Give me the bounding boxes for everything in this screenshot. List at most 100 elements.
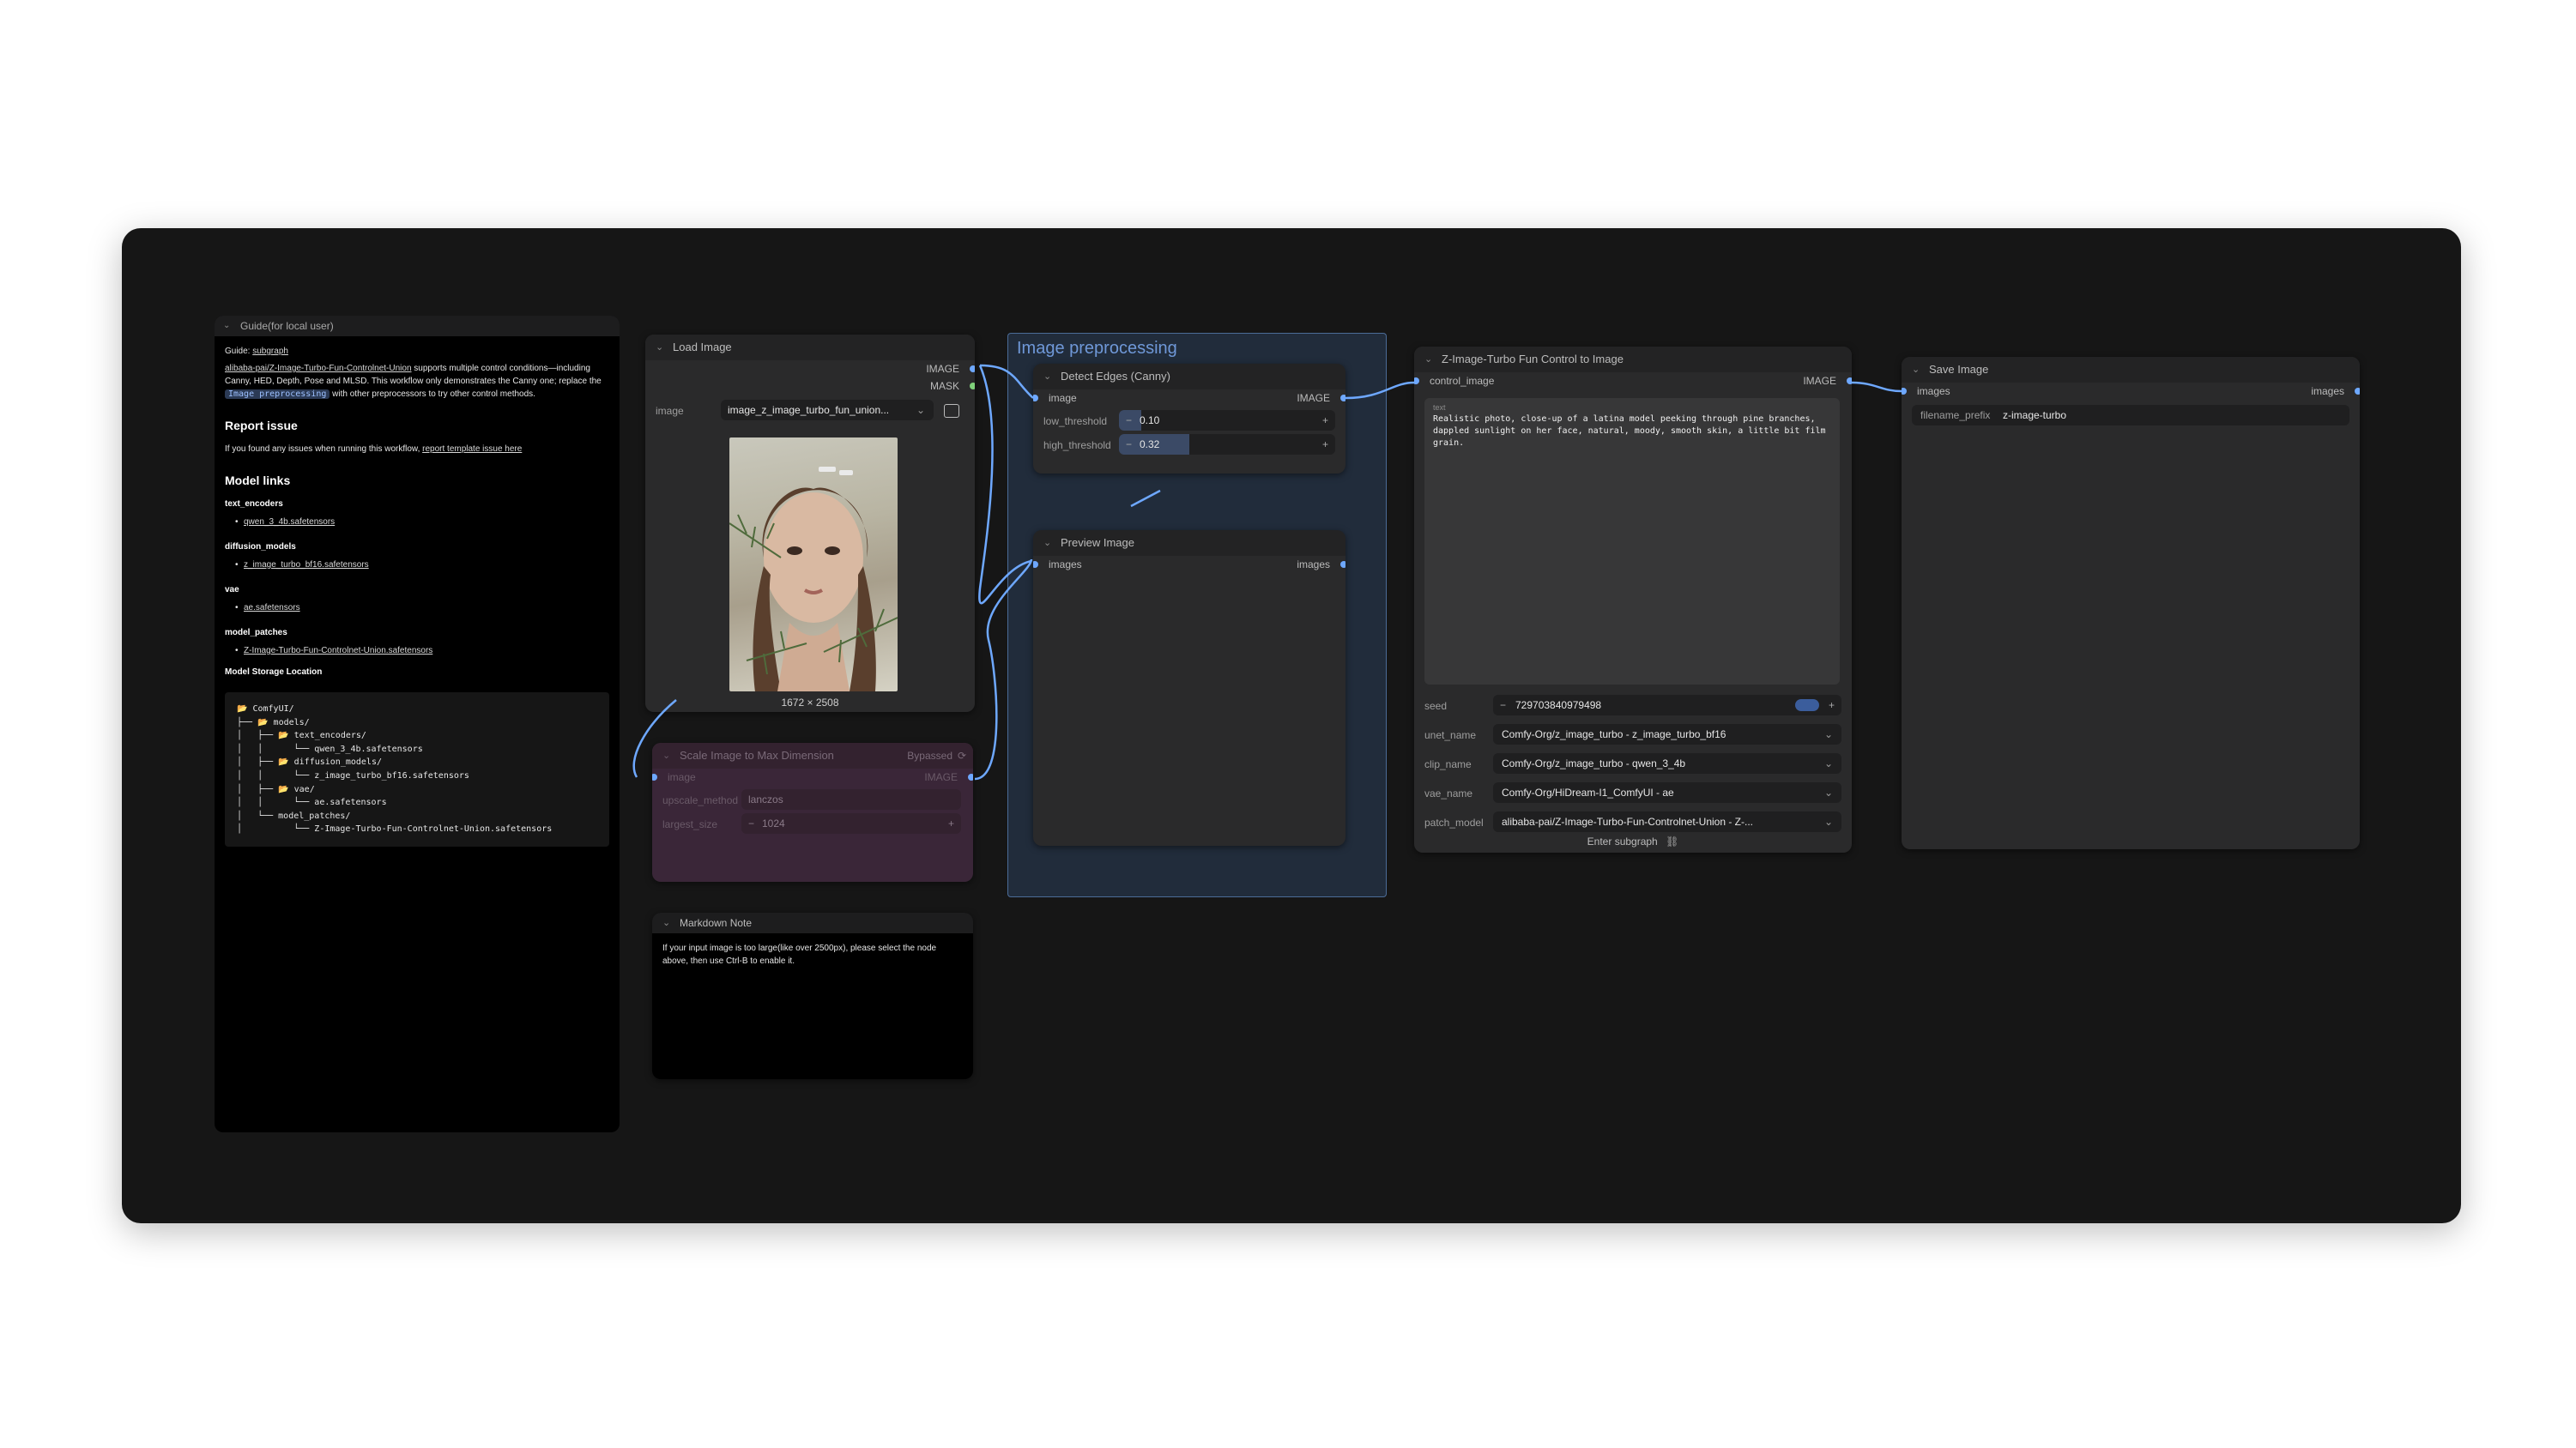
guide-title-bar[interactable]: ⌄ Guide(for local user) (215, 316, 620, 336)
filename-prefix-label: filename_prefix (1920, 409, 1991, 421)
vae-name-select[interactable]: Comfy-Org/HiDream-I1_ComfyUI - ae ⌄ (1493, 782, 1841, 803)
minus-icon[interactable]: − (748, 813, 754, 834)
model-link-patch[interactable]: Z-Image-Turbo-Fun-Controlnet-Union.safet… (244, 646, 432, 655)
seed-value: 729703840979498 (1515, 699, 1602, 711)
filename-prefix-value: z-image-turbo (2003, 409, 2067, 421)
save-image-title-bar[interactable]: ⌄ Save Image (1902, 357, 2360, 383)
model-link-vae[interactable]: ae.safetensors (244, 603, 300, 612)
section-model-patches: model_patches (225, 628, 287, 637)
output-image-label: IMAGE (1803, 375, 1836, 387)
output-port-image[interactable] (1340, 395, 1345, 401)
image-dimensions: 1672 × 2508 (781, 697, 839, 709)
clip-name-select[interactable]: Comfy-Org/z_image_turbo - qwen_3_4b ⌄ (1493, 753, 1841, 774)
upscale-method-select[interactable]: lanczos (741, 789, 961, 810)
scale-image-node[interactable]: ⌄ Scale Image to Max Dimension Bypassed … (652, 743, 973, 882)
minus-icon[interactable]: − (1126, 410, 1132, 431)
chevron-down-icon[interactable]: ⌄ (662, 913, 670, 933)
report-line: If you found any issues when running thi… (225, 443, 609, 456)
upload-icon[interactable] (944, 404, 959, 418)
subgraph-link[interactable]: subgraph (252, 347, 288, 356)
output-port-image[interactable] (1847, 377, 1852, 384)
vae-name-value: Comfy-Org/HiDream-I1_ComfyUI - ae (1502, 787, 1674, 799)
zimage-control-title: Z-Image-Turbo Fun Control to Image (1442, 353, 1624, 365)
low-threshold-value: 0.10 (1140, 414, 1160, 426)
report-issue-link[interactable]: report template issue here (422, 444, 522, 454)
image-widget-label: image (656, 405, 684, 417)
zimage-control-title-bar[interactable]: ⌄ Z-Image-Turbo Fun Control to Image (1414, 347, 1852, 372)
filename-prefix-input[interactable]: filename_prefix z-image-turbo (1912, 405, 2349, 425)
subgraph-icon: ⛓ (1666, 836, 1679, 848)
output-port-image[interactable] (970, 365, 975, 372)
zimage-control-node[interactable]: ⌄ Z-Image-Turbo Fun Control to Image con… (1414, 347, 1852, 853)
minus-icon[interactable]: − (1126, 434, 1132, 455)
randomize-seed-icon[interactable] (1795, 699, 1819, 711)
preview-image-node[interactable]: ⌄ Preview Image images images (1033, 530, 1345, 846)
chevron-down-icon[interactable]: ⌄ (1912, 357, 1920, 383)
output-port-images[interactable] (2355, 388, 2360, 395)
output-port-mask[interactable] (970, 383, 975, 389)
low-threshold-slider[interactable]: − 0.10 + (1119, 410, 1335, 431)
input-port-images[interactable] (1902, 388, 1907, 395)
input-port-control-image[interactable] (1414, 377, 1419, 384)
unet-name-select[interactable]: Comfy-Org/z_image_turbo - z_image_turbo_… (1493, 724, 1841, 745)
model-link-diffusion[interactable]: z_image_turbo_bf16.safetensors (244, 560, 369, 570)
enter-subgraph-button[interactable]: Enter subgraph ⛓ (1414, 836, 1852, 848)
bypassed-badge: Bypassed (907, 750, 952, 762)
prompt-label: text (1433, 403, 1446, 412)
chevron-down-icon[interactable]: ⌄ (1424, 347, 1432, 372)
model-repo-link[interactable]: alibaba-pai/Z-Image-Turbo-Fun-Controlnet… (225, 364, 412, 373)
chevron-down-icon[interactable]: ⌄ (223, 316, 230, 336)
high-threshold-slider[interactable]: − 0.32 + (1119, 434, 1335, 455)
preview-image-title-bar[interactable]: ⌄ Preview Image (1033, 530, 1345, 556)
high-threshold-label: high_threshold (1043, 439, 1111, 451)
markdown-note-node[interactable]: ⌄ Markdown Note If your input image is t… (652, 913, 973, 1079)
chevron-down-icon[interactable]: ⌄ (1043, 364, 1051, 389)
detect-edges-node[interactable]: ⌄ Detect Edges (Canny) image IMAGE low_th… (1033, 364, 1345, 474)
upscale-method-value: lanczos (748, 793, 783, 805)
input-port-image[interactable] (652, 774, 657, 781)
minus-icon[interactable]: − (1500, 695, 1506, 715)
plus-icon[interactable]: + (1322, 410, 1328, 431)
load-image-node[interactable]: ⌄ Load Image IMAGE MASK image image_z_im… (645, 335, 975, 712)
guide-intro: alibaba-pai/Z-Image-Turbo-Fun-Controlnet… (225, 362, 609, 401)
input-port-image[interactable] (1033, 395, 1038, 401)
vae-name-label: vae_name (1424, 787, 1473, 799)
prompt-textarea[interactable]: text Realistic photo, close-up of a lati… (1424, 398, 1840, 685)
output-port-images[interactable] (1340, 561, 1345, 568)
plus-icon[interactable]: + (1829, 695, 1835, 715)
output-image-label: IMAGE (926, 363, 959, 375)
chevron-down-icon: ⌄ (1823, 816, 1833, 828)
image-select[interactable]: image_z_image_turbo_fun_union... ⌄ (721, 400, 934, 420)
seed-stepper[interactable]: − 729703840979498 + (1493, 695, 1841, 715)
storage-tree: 📂 ComfyUI/ ├── 📂 models/ │ ├── 📂 text_en… (225, 692, 609, 847)
output-mask-label: MASK (929, 380, 959, 392)
guide-note[interactable]: ⌄ Guide(for local user) Guide: subgraph … (215, 316, 620, 1132)
markdown-note-title-bar[interactable]: ⌄ Markdown Note (652, 913, 973, 933)
largest-size-stepper[interactable]: − 1024 + (741, 813, 961, 834)
preview-image-title: Preview Image (1061, 536, 1134, 549)
plus-icon[interactable]: + (948, 813, 954, 834)
chevron-down-icon: ⌄ (916, 404, 925, 416)
scale-image-title-bar[interactable]: ⌄ Scale Image to Max Dimension Bypassed … (652, 743, 973, 769)
patch-model-select[interactable]: alibaba-pai/Z-Image-Turbo-Fun-Controlnet… (1493, 811, 1841, 832)
chevron-down-icon[interactable]: ⌄ (662, 743, 670, 769)
chevron-down-icon[interactable]: ⌄ (1043, 530, 1051, 556)
intro-tag: Image preprocessing (225, 389, 330, 399)
prompt-value: Realistic photo, close-up of a latina mo… (1433, 414, 1826, 448)
output-port-image[interactable] (968, 774, 973, 781)
input-port-images[interactable] (1033, 561, 1038, 568)
model-link-text-encoder[interactable]: qwen_3_4b.safetensors (244, 517, 335, 527)
chevron-down-icon[interactable]: ⌄ (656, 335, 663, 360)
detect-edges-title-bar[interactable]: ⌄ Detect Edges (Canny) (1033, 364, 1345, 389)
largest-size-label: largest_size (662, 818, 718, 830)
group-title: Image preprocessing (1017, 339, 1177, 358)
storage-heading: Model Storage Location (225, 667, 323, 677)
save-image-node[interactable]: ⌄ Save Image images images filename_prefi… (1902, 357, 2360, 849)
chevron-down-icon: ⌄ (1823, 757, 1833, 769)
load-image-title: Load Image (673, 341, 732, 353)
plus-icon[interactable]: + (1322, 434, 1328, 455)
unet-name-label: unet_name (1424, 729, 1477, 741)
load-image-title-bar[interactable]: ⌄ Load Image (645, 335, 975, 360)
workflow-canvas[interactable]: ⌄ Guide(for local user) Guide: subgraph … (122, 228, 2461, 1223)
save-image-title: Save Image (1929, 363, 1989, 376)
